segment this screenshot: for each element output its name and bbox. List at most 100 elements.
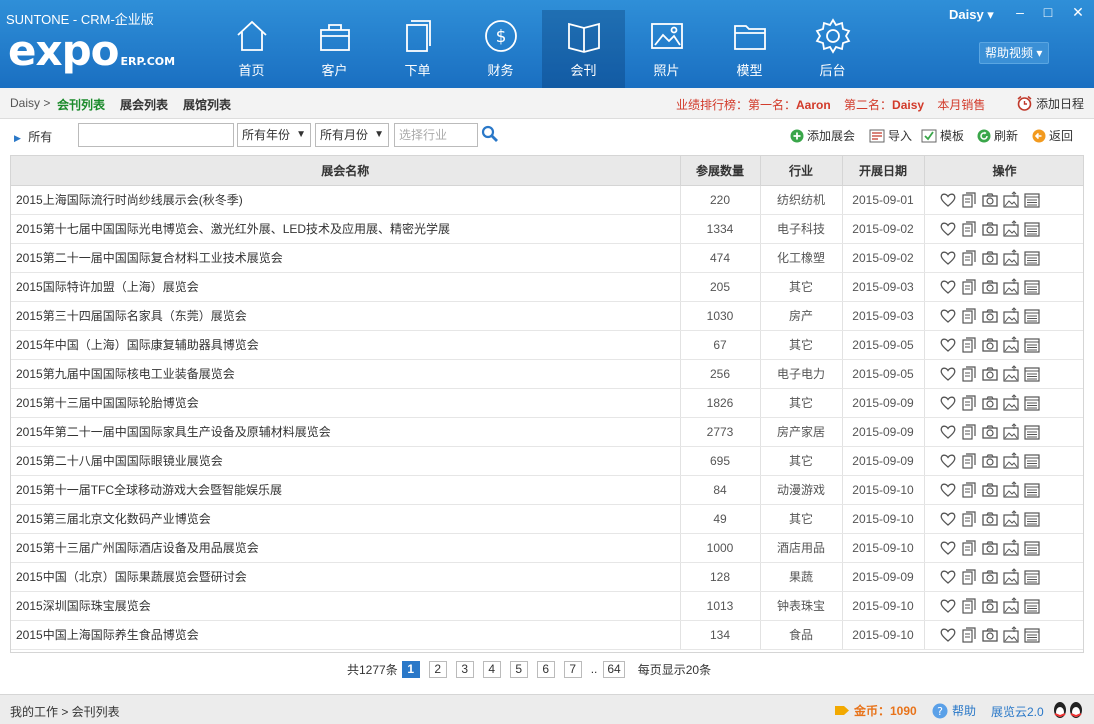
nav-admin[interactable]: 后台 [791, 10, 874, 88]
heart-icon[interactable] [939, 597, 957, 615]
version-link[interactable]: 展览云2.0 [991, 703, 1044, 720]
camera-icon[interactable] [981, 423, 999, 441]
table-row[interactable]: 2015第十三届广州国际酒店设备及用品展览会 1000 酒店用品 2015-09-10 [11, 533, 1083, 563]
page-button-3[interactable]: 3 [455, 660, 474, 678]
list-view-icon[interactable] [1023, 539, 1041, 557]
heart-icon[interactable] [939, 539, 957, 557]
all-filter[interactable]: ▶ 所有 [14, 128, 52, 145]
image-upload-icon[interactable] [1002, 306, 1020, 325]
page-button-7[interactable]: 7 [563, 660, 582, 678]
camera-icon[interactable] [981, 452, 999, 470]
tab-expo-list[interactable]: 展会列表 [120, 96, 168, 113]
page-button-2[interactable]: 2 [428, 660, 447, 678]
image-upload-icon[interactable] [1002, 596, 1020, 615]
image-upload-icon[interactable] [1002, 277, 1020, 296]
camera-icon[interactable] [981, 220, 999, 238]
list-view-icon[interactable] [1023, 365, 1041, 383]
month-select[interactable]: 所有月份 ▼ [315, 123, 389, 147]
image-upload-icon[interactable] [1002, 393, 1020, 412]
image-upload-icon[interactable] [1002, 480, 1020, 499]
document-icon[interactable] [960, 597, 978, 615]
table-row[interactable]: 2015第三届北京文化数码产业博览会 49 其它 2015-09-10 [11, 504, 1083, 534]
table-row[interactable]: 2015第九届中国国际核电工业装备展览会 256 电子电力 2015-09-05 [11, 359, 1083, 389]
heart-icon[interactable] [939, 481, 957, 499]
document-icon[interactable] [960, 278, 978, 296]
table-row[interactable]: 2015国际特许加盟（上海）展览会 205 其它 2015-09-03 [11, 272, 1083, 302]
table-row[interactable]: 2015第十七届中国国际光电博览会、激光红外展、LED技术及应用展、精密光学展 1… [11, 214, 1083, 244]
list-view-icon[interactable] [1023, 510, 1041, 528]
column-header-name[interactable]: 展会名称 [11, 156, 681, 186]
tab-catalog-list[interactable]: 会刊列表 [57, 96, 105, 113]
document-icon[interactable] [960, 365, 978, 383]
image-upload-icon[interactable] [1002, 219, 1020, 238]
refresh-button[interactable]: 刷新 [977, 127, 1018, 144]
table-row[interactable]: 2015中国上海国际养生食品博览会 134 食品 2015-09-10 [11, 620, 1083, 650]
camera-icon[interactable] [981, 626, 999, 644]
page-button-1[interactable]: 1 [401, 660, 420, 678]
heart-icon[interactable] [939, 568, 957, 586]
list-view-icon[interactable] [1023, 278, 1041, 296]
document-icon[interactable] [960, 452, 978, 470]
page-button-4[interactable]: 4 [482, 660, 501, 678]
image-upload-icon[interactable] [1002, 364, 1020, 383]
table-row[interactable]: 2015中国（北京）国际果蔬展览会暨研讨会 128 果蔬 2015-09-09 [11, 562, 1083, 592]
image-upload-icon[interactable] [1002, 625, 1020, 644]
document-icon[interactable] [960, 220, 978, 238]
list-view-icon[interactable] [1023, 249, 1041, 267]
nav-order[interactable]: 下单 [376, 10, 459, 88]
list-view-icon[interactable] [1023, 220, 1041, 238]
heart-icon[interactable] [939, 423, 957, 441]
image-upload-icon[interactable] [1002, 509, 1020, 528]
list-view-icon[interactable] [1023, 626, 1041, 644]
document-icon[interactable] [960, 481, 978, 499]
heart-icon[interactable] [939, 626, 957, 644]
nav-model[interactable]: 模型 [708, 10, 791, 88]
heart-icon[interactable] [939, 191, 957, 209]
document-icon[interactable] [960, 249, 978, 267]
document-icon[interactable] [960, 191, 978, 209]
import-button[interactable]: 导入 [869, 127, 912, 144]
heart-icon[interactable] [939, 510, 957, 528]
image-upload-icon[interactable] [1002, 190, 1020, 209]
add-schedule-button[interactable]: 添加日程 [1016, 95, 1084, 112]
camera-icon[interactable] [981, 336, 999, 354]
document-icon[interactable] [960, 510, 978, 528]
nav-finance[interactable]: $ 财务 [459, 10, 542, 88]
page-button-6[interactable]: 6 [536, 660, 555, 678]
table-row[interactable]: 2015第十三届中国国际轮胎博览会 1826 其它 2015-09-09 [11, 388, 1083, 418]
image-upload-icon[interactable] [1002, 248, 1020, 267]
table-row[interactable]: 2015上海国际流行时尚纱线展示会(秋冬季) 220 纺织纺机 2015-09-01 [11, 185, 1083, 215]
heart-icon[interactable] [939, 278, 957, 296]
tab-venue-list[interactable]: 展馆列表 [183, 96, 231, 113]
help-video-button[interactable]: 帮助视频 ▾ [979, 42, 1049, 64]
nav-catalog[interactable]: 会刊 [542, 10, 625, 88]
camera-icon[interactable] [981, 365, 999, 383]
maximize-button[interactable]: □ [1038, 4, 1058, 22]
nav-home[interactable]: 首页 [210, 10, 293, 88]
list-view-icon[interactable] [1023, 394, 1041, 412]
table-row[interactable]: 2015深圳国际珠宝展览会 1013 钟表珠宝 2015-09-10 [11, 591, 1083, 621]
camera-icon[interactable] [981, 597, 999, 615]
table-row[interactable]: 2015第二十八届中国国际眼镜业展览会 695 其它 2015-09-09 [11, 446, 1083, 476]
image-upload-icon[interactable] [1002, 422, 1020, 441]
list-view-icon[interactable] [1023, 191, 1041, 209]
table-row[interactable]: 2015第十一届TFC全球移动游戏大会暨智能娱乐展 84 动漫游戏 2015-09-1… [11, 475, 1083, 505]
heart-icon[interactable] [939, 394, 957, 412]
document-icon[interactable] [960, 568, 978, 586]
page-button-5[interactable]: 5 [509, 660, 528, 678]
column-header-date[interactable]: 开展日期 [842, 156, 925, 186]
industry-input[interactable]: 选择行业 [394, 123, 478, 147]
camera-icon[interactable] [981, 539, 999, 557]
list-view-icon[interactable] [1023, 568, 1041, 586]
list-view-icon[interactable] [1023, 597, 1041, 615]
document-icon[interactable] [960, 423, 978, 441]
nav-photo[interactable]: 照片 [625, 10, 708, 88]
camera-icon[interactable] [981, 510, 999, 528]
year-select[interactable]: 所有年份 ▼ [237, 123, 311, 147]
table-row[interactable]: 2015年第二十一届中国国际家具生产设备及原辅材料展览会 2773 房产家居 2015… [11, 417, 1083, 447]
camera-icon[interactable] [981, 191, 999, 209]
close-button[interactable]: ✕ [1068, 4, 1088, 22]
camera-icon[interactable] [981, 249, 999, 267]
list-view-icon[interactable] [1023, 336, 1041, 354]
search-button[interactable] [481, 125, 499, 146]
